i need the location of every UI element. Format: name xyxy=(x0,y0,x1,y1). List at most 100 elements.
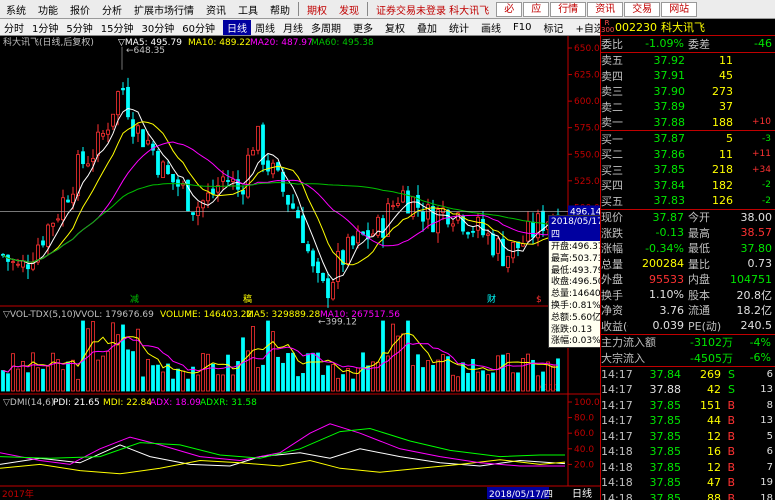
weicha-value: -46 xyxy=(754,37,772,51)
volume-bar xyxy=(141,376,145,392)
quick-button-5[interactable]: 网站 xyxy=(661,1,698,17)
menu-item-7[interactable]: 帮助 xyxy=(264,2,296,17)
stat-value: -0.13 xyxy=(655,226,684,240)
buy-label: 买四 xyxy=(601,179,623,193)
volume-bar xyxy=(311,352,315,392)
period-tab-10[interactable]: 更多 xyxy=(349,20,377,35)
stat-label: 涨幅 xyxy=(601,242,623,256)
candle-body xyxy=(111,113,115,127)
period-tab-6[interactable]: 日线 xyxy=(222,19,251,35)
candle-body xyxy=(166,165,170,175)
period-tab-4[interactable]: 30分钟 xyxy=(137,20,178,35)
menu-red-item-1[interactable]: 发现 xyxy=(333,2,365,17)
candle-body xyxy=(446,209,450,225)
volume-bar xyxy=(31,352,35,392)
buy-row-2: 买三 37.85 218 +34 xyxy=(601,162,775,178)
menu-item-5[interactable]: 资讯 xyxy=(200,2,232,17)
buy-price: 37.83 xyxy=(653,194,686,208)
volume-bar xyxy=(1,370,5,392)
stat-row-0: 现价 37.87 今开 38.00 xyxy=(601,210,775,226)
sell-price: 37.88 xyxy=(653,115,686,129)
menu-item-4[interactable]: 扩展市场行情 xyxy=(128,2,200,17)
buy-row-3: 买四 37.84 182 -2 xyxy=(601,178,775,194)
stock-chart[interactable]: 650.0625.0600.0575.0550.0525.0500.0475.0… xyxy=(0,36,602,500)
candle-body xyxy=(51,222,55,227)
period-tab-8[interactable]: 月线 xyxy=(279,20,307,35)
stat-value: -0.34% xyxy=(645,241,684,255)
pdi-legend: PDI: 21.65 xyxy=(53,398,100,408)
sell-row-2: 卖三 37.90 273 xyxy=(601,84,775,100)
period-tab-1[interactable]: 1分钟 xyxy=(28,20,62,35)
stat-value: 37.80 xyxy=(740,241,773,255)
trade-flag: B xyxy=(727,414,735,428)
trade-volume: 12 xyxy=(707,429,721,443)
stat-value: 0.039 xyxy=(652,319,685,333)
stat-label: 涨跌 xyxy=(601,226,623,240)
stat-value: 3.76 xyxy=(659,303,685,317)
toolbar-action-0[interactable]: 复权 xyxy=(381,20,409,35)
menu-item-3[interactable]: 分析 xyxy=(96,2,128,17)
quick-button-4[interactable]: 交易 xyxy=(624,1,661,17)
footer-year: 2017年 xyxy=(2,488,34,500)
volume-bar xyxy=(271,331,275,392)
period-tab-2[interactable]: 5分钟 xyxy=(62,20,96,35)
tooltip-line-3: 收盘:496.50 xyxy=(551,277,604,288)
period-tab-5[interactable]: 60分钟 xyxy=(178,20,219,35)
volume-bar xyxy=(466,372,470,392)
volume-bar xyxy=(41,368,45,392)
volume-bar xyxy=(206,353,210,392)
volume-bar xyxy=(146,358,150,392)
menu-item-2[interactable]: 报价 xyxy=(64,2,96,17)
volume-bar xyxy=(106,351,110,392)
toolbar-action-1[interactable]: 叠加 xyxy=(413,20,441,35)
trade-count: 13 xyxy=(760,384,773,396)
trade-price: 37.85 xyxy=(649,460,682,474)
toolbar-action-2[interactable]: 统计 xyxy=(445,20,473,35)
candle-body xyxy=(76,154,80,197)
toolbar-action-5[interactable]: 标记 xyxy=(539,20,567,35)
quick-button-2[interactable]: 行情 xyxy=(550,1,587,17)
volume-bar xyxy=(396,335,400,392)
toolbar-action-4[interactable]: F10 xyxy=(509,22,535,33)
volume-bar xyxy=(276,356,280,392)
flow-label: 主力流入额 xyxy=(601,336,656,350)
dmi-tick-label: 80.0 xyxy=(574,414,594,424)
menu-item-1[interactable]: 功能 xyxy=(32,2,64,17)
volume-bar xyxy=(171,378,175,392)
sell-row-3: 卖二 37.89 37 xyxy=(601,99,775,115)
login-ticker[interactable]: 证券交易未登录 科大讯飞 xyxy=(370,2,495,17)
sell-label: 卖二 xyxy=(601,100,623,114)
candle-body xyxy=(126,86,130,118)
volume-bar xyxy=(491,372,495,392)
quick-button-0[interactable]: 必 xyxy=(496,1,523,17)
candle-body xyxy=(11,261,15,263)
trade-row-8: 14:18 37.85 88 B 18 xyxy=(601,491,775,500)
trade-flag: B xyxy=(727,398,735,412)
menu-red-item-0[interactable]: 期权 xyxy=(301,2,333,17)
stat-label: 流通 xyxy=(688,304,710,318)
candle-body xyxy=(331,282,335,300)
volume-bar xyxy=(436,359,440,392)
period-tab-0[interactable]: 分时 xyxy=(0,20,28,35)
period-tab-3[interactable]: 15分钟 xyxy=(97,20,138,35)
toolbar-action-3[interactable]: 画线 xyxy=(477,20,505,35)
menu-item-0[interactable]: 系统 xyxy=(0,2,32,17)
volume-bar xyxy=(176,368,180,392)
volume-bar xyxy=(126,349,130,392)
ma5-legend: ▽MA5: 495.79 xyxy=(118,38,182,48)
quick-button-3[interactable]: 资讯 xyxy=(587,1,624,17)
sell-price: 37.92 xyxy=(653,53,686,67)
period-tab-9[interactable]: 多周期 xyxy=(307,20,345,35)
stat-label: PE(动) xyxy=(688,319,722,333)
stat-value: 1.10% xyxy=(649,288,684,302)
stock-code: 002230 xyxy=(615,20,657,34)
footer-mode: 日线 xyxy=(572,487,592,500)
chart-area[interactable]: 650.0625.0600.0575.0550.0525.0500.0475.0… xyxy=(0,36,602,500)
quick-button-1[interactable]: 应 xyxy=(523,1,550,17)
menu-item-6[interactable]: 工具 xyxy=(232,2,264,17)
r-badge: R 300 xyxy=(601,19,615,34)
period-tab-7[interactable]: 周线 xyxy=(251,20,279,35)
volume-bar xyxy=(181,370,185,392)
footer-date: 2018/05/17/四 xyxy=(489,490,553,500)
candle-body xyxy=(91,157,95,163)
